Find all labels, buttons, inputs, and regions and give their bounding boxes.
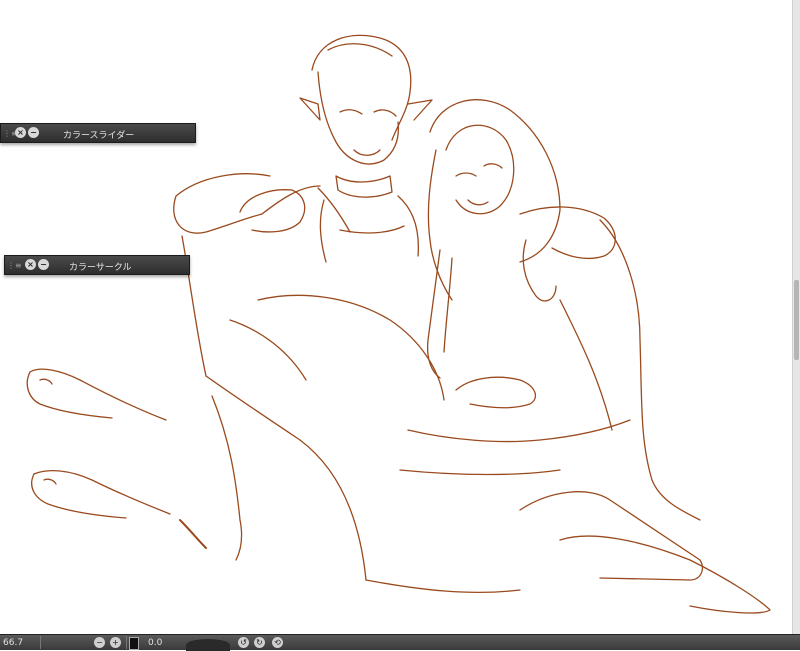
- fit-icon[interactable]: [129, 637, 139, 650]
- line-art-illustration: [26, 34, 771, 614]
- scrollbar-thumb[interactable]: [794, 280, 799, 360]
- grip-icon[interactable]: ⋮≡: [3, 129, 18, 138]
- reset-rotation-icon[interactable]: ⟲: [272, 637, 283, 648]
- close-icon[interactable]: ×: [25, 259, 36, 270]
- rotation-dial[interactable]: [186, 639, 230, 651]
- zoom-level[interactable]: 66.7: [3, 637, 23, 649]
- rotation-angle[interactable]: 0.0: [148, 637, 162, 649]
- panel-title: カラーサークル: [69, 263, 132, 273]
- zoom-out-icon[interactable]: −: [94, 637, 105, 648]
- rotate-left-icon[interactable]: ↺: [238, 637, 249, 648]
- zoom-in-icon[interactable]: +: [110, 637, 121, 648]
- rotate-right-icon[interactable]: ↻: [254, 637, 265, 648]
- grip-icon[interactable]: ⋮≡: [7, 261, 22, 270]
- panel-title: カラースライダー: [63, 131, 135, 141]
- minimize-icon[interactable]: −: [38, 259, 49, 270]
- color-circle-panel[interactable]: ⋮≡ × − カラーサークル: [4, 255, 190, 275]
- minimize-icon[interactable]: −: [28, 127, 39, 138]
- divider: [40, 636, 41, 649]
- divider: [126, 636, 127, 649]
- status-bar: 66.7 − + 0.0 ↺ ↻ ⟲: [0, 634, 800, 651]
- vertical-scrollbar[interactable]: [792, 0, 800, 634]
- close-icon[interactable]: ×: [15, 127, 26, 138]
- color-slider-panel[interactable]: ⋮≡ × − カラースライダー: [0, 123, 196, 143]
- drawing-canvas[interactable]: [0, 0, 792, 634]
